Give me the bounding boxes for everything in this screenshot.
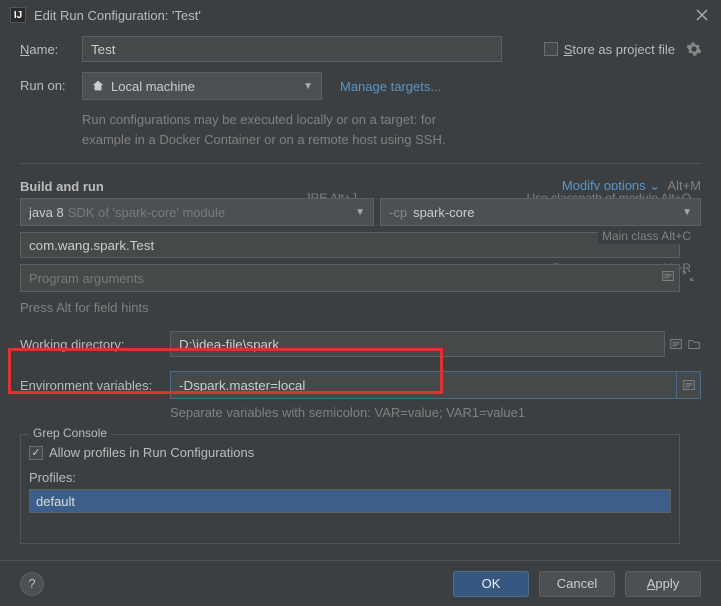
runon-help-text: Run configurations may be executed local…: [82, 110, 482, 149]
jre-ghost: SDK of 'spark-core' module: [68, 205, 225, 220]
classpath-select[interactable]: -cp spark-core ▼: [380, 198, 701, 226]
history-icon[interactable]: [669, 337, 683, 351]
intellij-icon: IJ: [10, 7, 26, 23]
alt-hint: Press Alt for field hints: [20, 300, 701, 315]
runon-label: Run on:: [20, 72, 82, 93]
working-dir-input[interactable]: [170, 331, 665, 357]
env-vars-input[interactable]: [170, 371, 677, 399]
allow-profiles-label: Allow profiles in Run Configurations: [49, 445, 254, 460]
close-icon[interactable]: [693, 6, 711, 24]
bottom-bar: ? OK Cancel Apply: [0, 560, 721, 606]
manage-targets-link[interactable]: Manage targets...: [340, 79, 441, 94]
cp-value: spark-core: [413, 205, 474, 220]
working-dir-label: Working directory:: [20, 337, 170, 352]
dialog-title: Edit Run Configuration: 'Test': [34, 8, 693, 23]
grep-legend: Grep Console: [29, 426, 111, 440]
list-icon[interactable]: [677, 371, 701, 399]
expand-icon[interactable]: [681, 269, 695, 283]
allow-profiles-checkbox[interactable]: [29, 446, 43, 460]
home-icon: [91, 79, 105, 93]
profiles-label: Profiles:: [29, 470, 671, 485]
name-input[interactable]: [82, 36, 502, 62]
profiles-select[interactable]: default: [29, 489, 671, 513]
runon-select[interactable]: Local machine ▼: [82, 72, 322, 100]
help-button[interactable]: ?: [20, 572, 44, 596]
main-class-input[interactable]: [20, 232, 680, 258]
titlebar: IJ Edit Run Configuration: 'Test': [0, 0, 721, 30]
jre-select[interactable]: java 8 SDK of 'spark-core' module ▼: [20, 198, 374, 226]
build-run-title: Build and run: [20, 179, 104, 194]
store-checkbox[interactable]: [544, 42, 558, 56]
cancel-button[interactable]: Cancel: [539, 571, 615, 597]
chevron-down-icon: ▼: [355, 207, 365, 218]
jre-value: java 8: [29, 205, 64, 220]
folder-icon[interactable]: [687, 337, 701, 351]
grep-console-group: Grep Console Allow profiles in Run Confi…: [20, 434, 680, 544]
apply-button[interactable]: Apply: [625, 571, 701, 597]
program-args-input[interactable]: Program arguments: [20, 264, 680, 292]
cp-prefix: -cp: [389, 205, 407, 220]
runon-value: Local machine: [111, 79, 195, 94]
env-vars-label: Environment variables:: [20, 378, 170, 393]
chevron-down-icon: ▼: [303, 81, 313, 92]
gear-icon[interactable]: [687, 42, 701, 56]
ok-button[interactable]: OK: [453, 571, 529, 597]
history-icon[interactable]: [661, 269, 675, 283]
env-help-text: Separate variables with semicolon: VAR=v…: [170, 405, 701, 420]
profile-item: default: [36, 494, 75, 509]
program-args-placeholder: Program arguments: [29, 271, 144, 286]
store-label: Store as project file: [564, 42, 675, 57]
mainclass-hint: Main class Alt+C: [598, 228, 695, 244]
name-label: Name:: [20, 42, 82, 57]
chevron-down-icon: ▼: [682, 207, 692, 218]
